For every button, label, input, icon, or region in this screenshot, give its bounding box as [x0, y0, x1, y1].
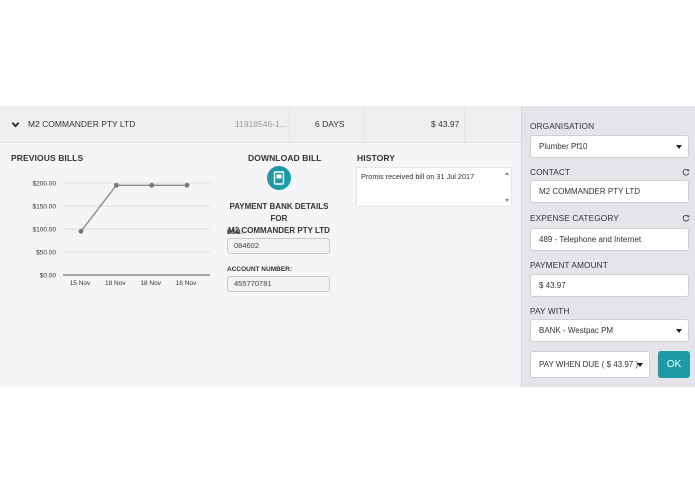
bill-contact: M2 COMMANDER PTY LTD: [28, 119, 136, 129]
payment-sidebar: ORGANISATION Plumber Pf10 CONTACT M2 COM…: [521, 106, 695, 387]
organisation-select[interactable]: Plumber Pf10: [530, 135, 689, 158]
contact-field[interactable]: M2 COMMANDER PTY LTD: [530, 180, 689, 203]
x-tick-label: 18 Nov: [105, 280, 126, 287]
data-point: [184, 182, 190, 188]
data-point: [113, 182, 119, 188]
payment-amount-label: PAYMENT AMOUNT: [530, 260, 608, 270]
refresh-icon[interactable]: [682, 168, 690, 176]
x-tick-label: 18 Nov: [176, 280, 197, 287]
y-tick-label: $150.00: [33, 204, 57, 211]
account-number-field[interactable]: 455770781: [227, 276, 330, 292]
divider: [289, 106, 290, 143]
pay-when-select[interactable]: PAY WHEN DUE ( $ 43.97 ): [530, 351, 650, 378]
data-point: [78, 228, 84, 234]
chevron-down-icon: [676, 145, 682, 149]
y-tick-label: $100.00: [33, 227, 57, 234]
line-chart: $0.00 $50.00 $100.00 $150.00 $200.00 15 Nov 18…: [33, 181, 210, 287]
account-number-label: ACCOUNT NUMBER:: [227, 266, 292, 273]
pay-with-label: PAY WITH: [530, 306, 570, 316]
y-tick-label: $0.00: [40, 273, 57, 280]
pay-when-value: PAY WHEN DUE ( $ 43.97 ): [539, 360, 639, 369]
y-tick-label: $50.00: [36, 250, 56, 257]
divider: [464, 106, 465, 143]
y-tick-label: $200.00: [33, 181, 57, 188]
refresh-icon[interactable]: [682, 214, 690, 222]
payment-amount-field[interactable]: $ 43.97: [530, 274, 689, 297]
bsb-label: BSB:: [227, 229, 243, 236]
previous-bills-chart: $0.00 $50.00 $100.00 $150.00 $200.00 15 Nov 18…: [10, 172, 220, 292]
chevron-down-icon[interactable]: [11, 120, 20, 129]
contact-label: CONTACT: [530, 167, 571, 177]
previous-bills-title: PREVIOUS BILLS: [11, 153, 84, 163]
organisation-label: ORGANISATION: [530, 121, 595, 131]
data-point: [149, 182, 155, 188]
bsb-field[interactable]: 084602: [227, 238, 330, 254]
history-entry: Promis received bill on 31 Jul 2017: [361, 172, 475, 181]
pay-with-select[interactable]: BANK - Westpac PM: [530, 319, 689, 342]
pay-with-value: BANK - Westpac PM: [539, 326, 614, 335]
bank-details-title-line1: PAYMENT BANK DETAILS FOR: [229, 202, 329, 223]
history-list[interactable]: Promis received bill on 31 Jul 2017: [356, 167, 512, 207]
x-tick-label: 18 Nov: [140, 280, 161, 287]
document-download-icon: [273, 171, 285, 185]
bill-reference: 11918546-1...: [235, 119, 287, 129]
history-title: HISTORY: [357, 153, 396, 163]
expense-category-label: EXPENSE CATEGORY: [530, 213, 619, 223]
x-tick-label: 15 Nov: [70, 280, 91, 287]
chevron-down-icon: [637, 363, 643, 367]
bill-row[interactable]: M2 COMMANDER PTY LTD 11918546-1... 6 DAY…: [0, 106, 521, 143]
bill-amount: $ 43.97: [431, 119, 460, 129]
series-line: [80, 184, 187, 232]
ok-button[interactable]: OK: [658, 351, 690, 378]
scroll-up-icon[interactable]: [505, 172, 509, 175]
expense-category-field[interactable]: 489 - Telephone and Internet: [530, 228, 689, 251]
download-bill-title: DOWNLOAD BILL: [248, 153, 322, 163]
download-bill-button[interactable]: [267, 166, 291, 190]
scroll-down-icon[interactable]: [505, 199, 509, 202]
chevron-down-icon: [676, 329, 682, 333]
organisation-value: Plumber Pf10: [539, 142, 588, 151]
bill-due: 6 DAYS: [315, 119, 345, 129]
divider: [363, 106, 364, 143]
